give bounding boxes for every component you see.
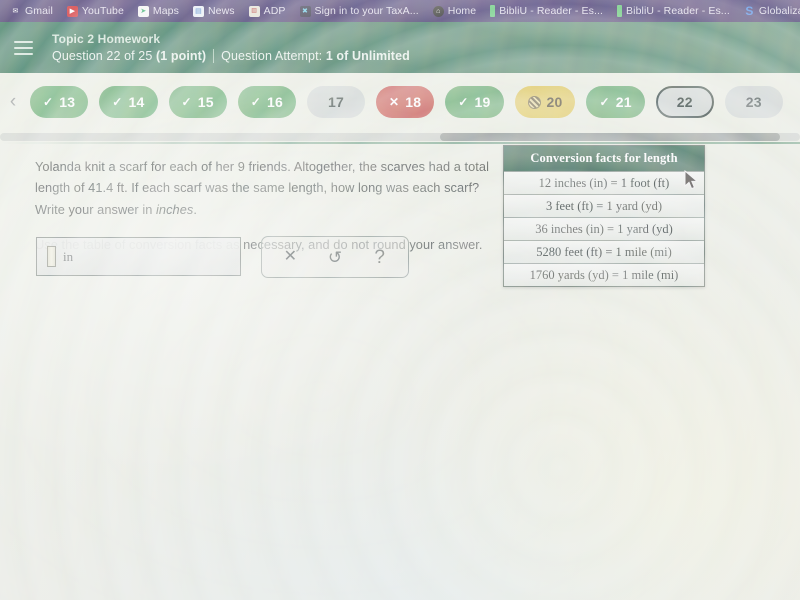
pill-number: 16 <box>267 94 283 110</box>
hamburger-menu-icon[interactable] <box>8 33 38 63</box>
bookmark-label: BibliU - Reader - Es... <box>626 5 730 17</box>
question-points: (1 point) <box>155 49 207 63</box>
conversion-facts-table: Conversion facts for length 12 inches (i… <box>503 145 705 287</box>
bookmark-bibliu-2[interactable]: BibliU - Reader - Es... <box>611 4 736 18</box>
bookmark-label: News <box>207 5 235 17</box>
bookmark-home[interactable]: ⌂ Home <box>427 4 482 18</box>
text-cursor-icon <box>47 246 56 267</box>
bookmark-news[interactable]: ▤ News <box>187 4 241 18</box>
check-icon: ✓ <box>599 95 610 109</box>
bookmark-gmail[interactable]: ✉ Gmail <box>4 4 59 18</box>
conversion-table-title: Conversion facts for length <box>504 146 704 171</box>
pill-number: 23 <box>745 94 762 110</box>
question-pill-15[interactable]: ✓ 15 <box>168 86 227 118</box>
bookmark-maps[interactable]: ➤ Maps <box>132 4 185 18</box>
question-pill-18[interactable]: ✕ 18 <box>376 86 435 118</box>
help-button[interactable]: ? <box>363 242 397 272</box>
pill-number: 17 <box>328 94 344 110</box>
bookmark-label: Maps <box>152 5 179 17</box>
bookmark-label: BibliU - Reader - Es... <box>499 5 604 17</box>
conversion-row: 5280 feet (ft) = 1 mile (mi) <box>504 240 704 263</box>
question-pill-19[interactable]: ✓ 19 <box>445 86 504 118</box>
answer-input[interactable]: in <box>36 237 241 276</box>
pill-number: 21 <box>615 94 632 110</box>
conversion-row: 1760 yards (yd) = 1 mile (mi) <box>504 263 704 286</box>
question-attempt: Question Attempt: 1 of Unlimited <box>221 49 410 63</box>
pill-number: 20 <box>546 94 563 110</box>
adp-icon: ▥ <box>248 5 260 17</box>
pill-number: 19 <box>474 94 491 110</box>
bookmark-label: Home <box>447 5 477 17</box>
check-icon: ✓ <box>181 95 192 109</box>
news-icon: ▤ <box>192 5 204 17</box>
question-pill-23[interactable]: 23 <box>724 86 783 118</box>
bibliu-icon <box>490 5 496 17</box>
question-nav-strip[interactable]: ‹ ✓ 13 ✓ 14 ✓ 15 ✓ 16 17 ✕ 18 ✓ 19 20 ✓ … <box>0 73 800 131</box>
question-counter: Question 22 of 25 (1 point) <box>52 49 207 63</box>
question-pill-13[interactable]: ✓ 13 <box>30 86 89 118</box>
nav-back-chevron-icon[interactable]: ‹ <box>6 91 20 113</box>
bookmark-youtube[interactable]: ▶ YouTube <box>61 4 130 18</box>
check-icon: ✓ <box>112 95 123 109</box>
question-paragraph-1: Yolanda knit a scarf for each of her 9 f… <box>35 159 489 217</box>
question-body: Yolanda knit a scarf for each of her 9 f… <box>0 144 800 596</box>
bookmark-adp[interactable]: ▥ ADP <box>243 4 292 18</box>
question-pill-20[interactable]: 20 <box>514 86 576 118</box>
pill-number: 22 <box>676 94 693 110</box>
conversion-row: 36 inches (in) = 1 yard (yd) <box>504 217 704 240</box>
answer-unit-label: in <box>63 248 74 264</box>
question-pill-14[interactable]: ✓ 14 <box>99 86 158 118</box>
browser-bookmarks-bar: ✉ Gmail ▶ YouTube ➤ Maps ▤ News ▥ ADP ✖ … <box>0 0 800 22</box>
bookmark-label: Sign in to your TaxA... <box>314 5 419 17</box>
question-pill-16[interactable]: ✓ 16 <box>237 86 296 118</box>
screenshot-root: ✉ Gmail ▶ YouTube ➤ Maps ▤ News ▥ ADP ✖ … <box>0 0 800 600</box>
gmail-icon: ✉ <box>12 7 19 15</box>
bookmark-globalization[interactable]: S Globalization A Clo... <box>738 4 800 18</box>
pill-number: 14 <box>128 94 145 110</box>
partial-credit-icon <box>527 95 541 109</box>
clear-button[interactable]: ✕ <box>273 242 307 272</box>
bookmark-label: YouTube <box>81 5 124 17</box>
page-title: Topic 2 Homework <box>52 32 161 46</box>
cross-icon: ✕ <box>389 95 400 109</box>
check-icon: ✓ <box>43 95 54 109</box>
scribd-icon: S <box>745 4 754 18</box>
question-pill-22-current[interactable]: 22 <box>655 86 714 118</box>
answer-toolbar: ✕ ↺ ? <box>261 236 409 278</box>
taxact-icon: ✖ <box>299 5 311 17</box>
bookmark-taxact[interactable]: ✖ Sign in to your TaxA... <box>294 4 425 18</box>
conversion-row: 12 inches (in) = 1 foot (ft) <box>504 171 704 194</box>
bookmark-label: ADP <box>263 5 286 17</box>
pill-number: 15 <box>197 94 214 110</box>
emphasis-inches: inches <box>156 201 194 217</box>
bookmark-bibliu-1[interactable]: BibliU - Reader - Es... <box>484 4 609 18</box>
nav-horizontal-scrollbar[interactable] <box>0 131 800 142</box>
question-pill-17[interactable]: 17 <box>307 86 365 118</box>
attempt-value: 1 of Unlimited <box>325 49 410 63</box>
maps-icon: ➤ <box>137 5 149 17</box>
question-pill-21[interactable]: ✓ 21 <box>586 86 645 118</box>
bookmark-label: Globalization A Clo... <box>758 5 800 17</box>
header-text-block: Topic 2 Homework Question 22 of 25 (1 po… <box>52 32 410 63</box>
pill-number: 13 <box>59 94 76 110</box>
scrollbar-thumb[interactable] <box>440 133 780 141</box>
undo-button[interactable]: ↺ <box>318 242 352 272</box>
pill-number: 18 <box>405 94 422 110</box>
youtube-icon: ▶ <box>66 5 78 17</box>
check-icon: ✓ <box>250 95 262 109</box>
check-icon: ✓ <box>458 95 469 109</box>
conversion-row: 3 feet (ft) = 1 yard (yd) <box>504 194 704 217</box>
divider <box>213 49 215 63</box>
bookmark-label: Gmail <box>25 5 53 17</box>
home-icon: ⌂ <box>432 5 444 17</box>
question-status-line: Question 22 of 25 (1 point) Question Att… <box>52 49 410 63</box>
app-header: Topic 2 Homework Question 22 of 25 (1 po… <box>0 22 800 73</box>
bibliu-icon <box>617 5 623 17</box>
